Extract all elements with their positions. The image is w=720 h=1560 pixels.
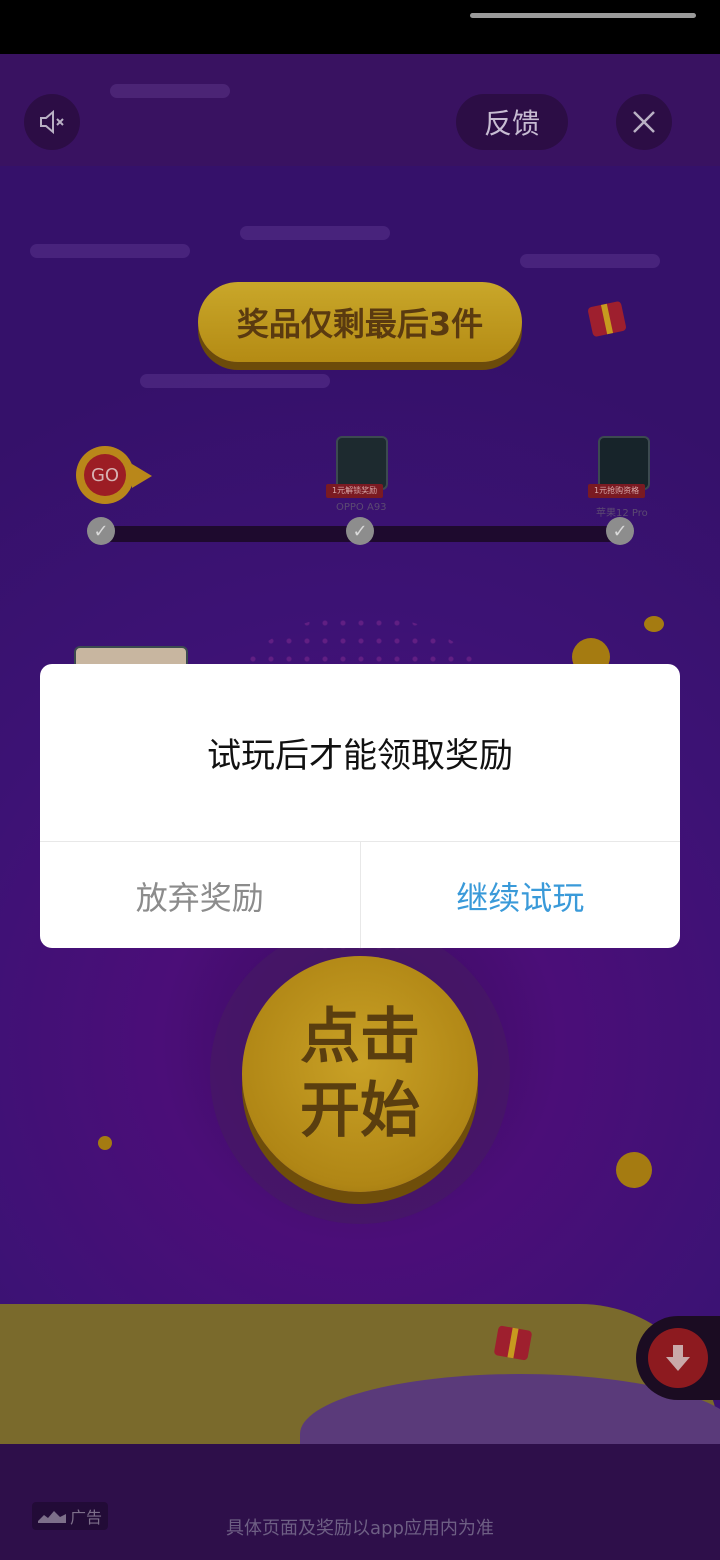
dialog-actions: 放弃奖励 继续试玩 — [40, 841, 680, 948]
dialog-message: 试玩后才能领取奖励 — [207, 736, 513, 776]
continue-trial-button[interactable]: 继续试玩 — [361, 842, 681, 948]
home-indicator — [470, 13, 696, 18]
reward-dialog: 试玩后才能领取奖励 放弃奖励 继续试玩 — [40, 664, 680, 948]
abandon-reward-button[interactable]: 放弃奖励 — [40, 842, 361, 948]
status-bar — [0, 0, 720, 54]
